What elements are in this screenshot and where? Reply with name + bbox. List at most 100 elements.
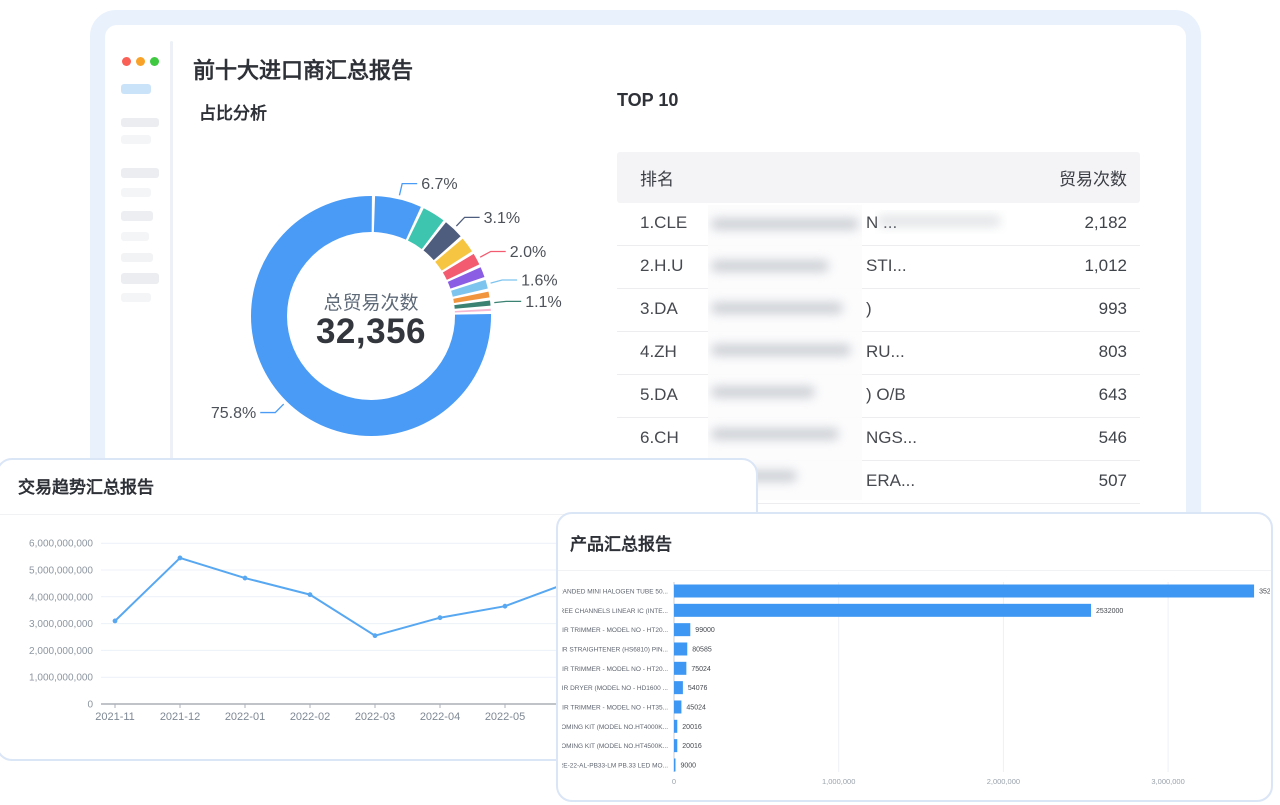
x-axis-tick-label: 2022-01 <box>225 711 265 723</box>
x-axis-tick-label: 2022-04 <box>420 711 460 723</box>
bar-value-label: 20016 <box>682 724 702 731</box>
donut-callout-line <box>491 280 518 283</box>
sidebar-item-skeleton <box>121 293 151 302</box>
donut-callout-line <box>399 184 417 196</box>
bar-category-label: GROOMING KIT (MODEL NO.HT4000K... <box>562 724 668 731</box>
bar <box>674 720 677 733</box>
x-axis-tick-label: 2021-12 <box>160 711 200 723</box>
page-title: 前十大进口商汇总报告 <box>193 53 413 85</box>
sidebar-item-skeleton <box>121 232 149 241</box>
importer-name-prefix: 2.H.U <box>640 256 683 276</box>
data-point <box>243 576 248 581</box>
close-window-dot[interactable] <box>122 57 131 66</box>
sidebar-item-skeleton <box>121 168 159 178</box>
bar-category-label: HAIR DRYER (MODEL NO - HD1600 ... <box>562 685 668 692</box>
data-point <box>503 604 508 609</box>
data-point <box>113 619 118 624</box>
product-window-title: 产品汇总报告 <box>570 530 672 555</box>
table-row: 6.CHNGS...546 <box>617 418 1140 461</box>
donut-center-label: 总贸易次数 <box>271 288 471 315</box>
data-point <box>308 592 313 597</box>
redacted-blur-extra <box>875 210 1007 234</box>
donut-slice-label: 2.0% <box>510 244 546 261</box>
redacted-text <box>711 386 815 398</box>
bar <box>674 739 677 752</box>
bar <box>674 585 1254 598</box>
y-axis-tick-label: 5,000,000,000 <box>29 566 93 577</box>
column-header-rank: 排名 <box>640 165 674 190</box>
table-row: 2.H.USTI...1,012 <box>617 246 1140 289</box>
donut-callout-line <box>260 404 283 413</box>
donut-slice-label: 6.7% <box>421 176 457 193</box>
bar-value-label: 80585 <box>692 646 712 653</box>
redacted-blur-band <box>708 205 862 500</box>
data-point <box>373 633 378 638</box>
sidebar-item-skeleton <box>121 188 151 197</box>
redacted-text <box>711 428 839 440</box>
y-axis-tick-label: 1,000,000,000 <box>29 673 93 684</box>
importer-name-suffix: NGS... <box>866 428 917 448</box>
bar <box>674 662 686 675</box>
y-axis-tick-label: 6,000,000,000 <box>29 539 93 550</box>
redacted-text <box>711 302 843 314</box>
trade-count: 546 <box>1099 428 1127 448</box>
y-axis-tick-label: 2,000,000,000 <box>29 646 93 657</box>
trade-count: 643 <box>1099 385 1127 405</box>
importer-name-prefix: 3.DA <box>640 299 678 319</box>
sidebar-item-skeleton <box>121 253 153 262</box>
redacted-text <box>711 344 851 356</box>
x-axis-tick-label: 2022-05 <box>485 711 525 723</box>
importer-name-prefix: 5.DA <box>640 385 678 405</box>
donut-center-value: 32,356 <box>271 312 471 352</box>
desktop: 前十大进口商汇总报告 占比分析 6.7%3.1%2.0%1.6%1.1%75.8… <box>0 0 1280 805</box>
x-axis-tick-label: 2021-11 <box>95 711 135 723</box>
data-point <box>178 556 183 561</box>
bar <box>674 681 683 694</box>
pie-section-title: 占比分析 <box>199 99 267 124</box>
bar-value-label: 3522000 <box>1259 589 1270 596</box>
x-axis-tick-label: 0 <box>672 777 676 786</box>
importer-name-suffix: ) <box>866 299 872 319</box>
importer-name-suffix: RU... <box>866 342 905 362</box>
sidebar-item-skeleton <box>121 273 159 284</box>
bar-category-label: HRE-22-AL-PB33-LM PB.33 LED MO... <box>562 762 668 769</box>
donut-slice-label: 1.6% <box>521 272 557 289</box>
column-header-trades: 贸易次数 <box>1059 165 1127 190</box>
y-axis-tick-label: 3,000,000,000 <box>29 619 93 630</box>
importer-name-prefix: 1.CLE <box>640 213 687 233</box>
bar-category-label: UNBRANDED MINI HALOGEN TUBE 50... <box>562 589 668 596</box>
table-row: 5.DA ) O/B 643 <box>617 375 1140 418</box>
redacted-text <box>711 218 859 230</box>
bar-category-label: HAIR TRIMMER - MODEL NO - HT20... <box>562 666 668 673</box>
trade-count: 2,182 <box>1084 213 1127 233</box>
bar-value-label: 99000 <box>695 627 715 634</box>
bar <box>674 642 687 655</box>
product-report-window: 产品汇总报告 01,000,0002,000,0003,000,000UNBRA… <box>556 512 1273 802</box>
bar-category-label: HAIR TRIMMER - MODEL NO - HT35... <box>562 704 668 711</box>
x-axis-tick-label: 2022-02 <box>290 711 330 723</box>
donut-callout-line <box>494 301 521 302</box>
sidebar-item-skeleton <box>121 211 153 221</box>
top10-table-header: 排名 贸易次数 <box>617 152 1140 203</box>
bar-value-label: 75024 <box>691 666 711 673</box>
trade-count: 803 <box>1099 342 1127 362</box>
bar-category-label: HAIR STRAIGHTENER (HS6810) PIN... <box>562 646 668 653</box>
bar-category-label: THREE CHANNELS LINEAR IC (INTE... <box>562 608 668 615</box>
x-axis-tick-label: 2,000,000 <box>987 777 1020 786</box>
redacted-text <box>711 260 829 272</box>
trend-window-title: 交易趋势汇总报告 <box>18 473 154 498</box>
sidebar-item-skeleton <box>121 118 159 127</box>
top10-title: TOP 10 <box>617 90 678 111</box>
x-axis-tick-label: 3,000,000 <box>1151 777 1184 786</box>
donut-slice-label: 75.8% <box>211 405 256 422</box>
y-axis-tick-label: 4,000,000,000 <box>29 592 93 603</box>
donut-callout-line <box>480 251 506 257</box>
minimize-window-dot[interactable] <box>136 57 145 66</box>
importer-name-suffix: ERA... <box>866 471 915 491</box>
importer-name-suffix: ) O/B <box>866 385 906 405</box>
donut-slice-label: 1.1% <box>525 294 561 311</box>
maximize-window-dot[interactable] <box>150 57 159 66</box>
product-bar-chart: 01,000,0002,000,0003,000,000UNBRANDED MI… <box>562 580 1270 798</box>
bar-value-label: 9000 <box>680 762 696 769</box>
divider <box>558 570 1271 571</box>
